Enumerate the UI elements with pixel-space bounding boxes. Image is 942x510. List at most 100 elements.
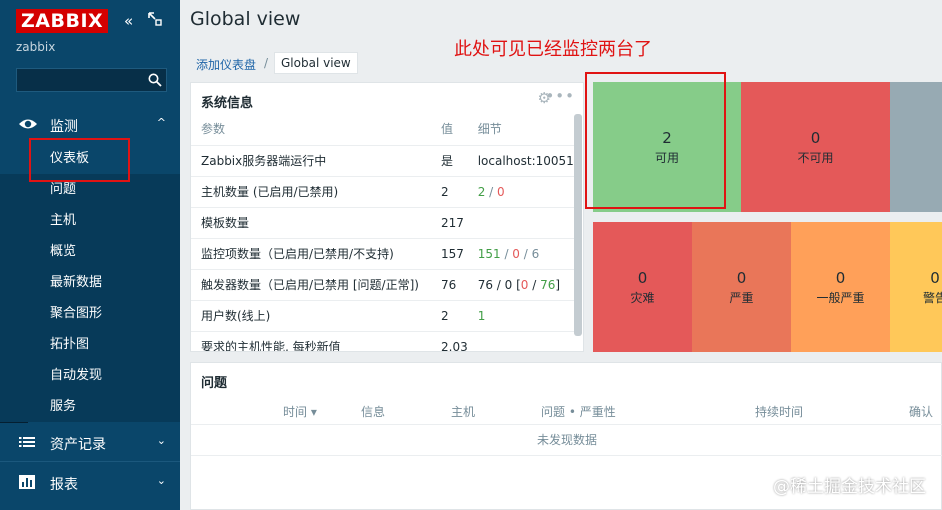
detail-part: 76 / 0 [ — [477, 277, 521, 292]
detail-part: 0 — [512, 246, 520, 261]
table-row: 模板数量 217 — [191, 207, 575, 239]
menu-label-inventory: 资产记录 — [50, 437, 106, 453]
highlight-box-available — [585, 72, 726, 209]
page-title: Global view — [190, 8, 301, 30]
detail-part: / — [485, 184, 498, 199]
value-cell: 157 — [431, 238, 468, 270]
value-cell: 2 — [431, 300, 468, 332]
severity-label: 警告 — [922, 290, 942, 305]
details-cell — [467, 207, 575, 239]
availability-unknown[interactable] — [890, 82, 942, 212]
logo-row: ZABBIX — [16, 9, 109, 33]
chevron-up-icon: ^ — [156, 116, 166, 129]
eye-icon — [18, 116, 37, 132]
search-input[interactable] — [16, 68, 167, 92]
detail-part: 1 — [477, 308, 486, 323]
sidebar-item-maps[interactable]: 拓扑图 — [0, 329, 180, 360]
detail-part: 6 — [531, 246, 540, 261]
severity-count: 0 — [736, 268, 747, 287]
no-data-message: 未发现数据 — [191, 425, 942, 456]
detail-part: / — [519, 246, 532, 261]
severity-label: 严重 — [729, 290, 754, 305]
monitoring-submenu: 仪表板 问题 主机 概览 最新数据 聚合图形 拓扑图 自动发现 服务 — [0, 143, 180, 422]
column-header-parameter: 参数 — [191, 113, 431, 146]
detail-part: localhost:10051 — [477, 153, 574, 168]
system-info-widget: 系统信息 ⚙ ••• 参数 值 细节 Zabbix服务器端运行中是 localho… — [190, 82, 584, 352]
chevron-down-icon: ⌄ — [156, 474, 166, 487]
menu-section-inventory[interactable]: 资产记录 ⌄ — [0, 423, 180, 461]
severity-label: 灾难 — [630, 290, 655, 305]
breadcrumb-separator: / — [264, 56, 269, 70]
details-cell — [467, 331, 575, 351]
column-header-details: 细节 — [467, 113, 575, 146]
server-name: zabbix — [16, 40, 56, 54]
column-header-problem-severity: 问题 • 严重性 — [541, 405, 616, 419]
parameter-cell: 用户数(线上) — [191, 300, 431, 332]
more-options-icon[interactable]: ••• — [545, 87, 575, 105]
collapse-sidebar-icon[interactable]: « — [124, 12, 133, 30]
breadcrumb-dashboards-link[interactable]: 添加仪表盘 — [196, 56, 256, 73]
list-icon — [18, 434, 36, 450]
availability-label: 不可用 — [797, 150, 834, 165]
search-icon[interactable] — [148, 73, 162, 87]
sidebar-item-discovery[interactable]: 自动发现 — [0, 360, 180, 391]
column-header-duration: 持续时间 — [755, 405, 804, 419]
menu-section-reports[interactable]: 报表 ⌄ — [0, 463, 180, 501]
system-info-table: 参数 值 细节 Zabbix服务器端运行中是 localhost:10051 主机数… — [191, 113, 575, 351]
sidebar-item-overview[interactable]: 概览 — [0, 236, 180, 267]
parameter-cell: 要求的主机性能, 每秒新值 — [191, 331, 431, 351]
table-row: 主机数量 (已启用/已禁用) 2 2 / 0 — [191, 176, 575, 208]
value-cell: 是 — [431, 145, 468, 177]
details-cell: 151 / 0 / 6 — [467, 238, 575, 270]
details-cell: 1 — [467, 300, 575, 332]
widget-title: 系统信息 — [201, 96, 254, 111]
severity-count: 0 — [930, 268, 940, 287]
widget-title: 问题 — [201, 376, 228, 391]
bar-chart-icon — [18, 474, 36, 490]
table-row: Zabbix服务器端运行中是 localhost:10051 — [191, 145, 575, 177]
severity-warning[interactable]: 0 警告 — [890, 222, 942, 352]
widget-scrollbar[interactable] — [574, 114, 582, 336]
value-cell: 76 — [431, 269, 468, 301]
severity-disaster[interactable]: 0 灾难 — [593, 222, 692, 352]
column-header-time[interactable]: 时间 ▾ — [283, 403, 317, 420]
widget-header: 系统信息 ⚙ ••• — [191, 83, 583, 113]
kiosk-mode-icon[interactable] — [148, 12, 162, 26]
availability-unavailable[interactable]: 0 不可用 — [741, 82, 890, 212]
table-row: 用户数(线上) 2 1 — [191, 300, 575, 332]
availability-count: 0 — [810, 128, 821, 147]
menu-label-reports: 报表 — [50, 477, 78, 493]
detail-part: 0 — [497, 184, 505, 199]
sidebar-item-services[interactable]: 服务 — [0, 391, 180, 422]
parameter-cell: 触发器数量（已启用/已禁用 [问题/正常]) — [191, 269, 431, 301]
parameter-cell: 模板数量 — [191, 207, 431, 239]
column-header-info: 信息 — [361, 405, 386, 419]
severity-average[interactable]: 0 一般严重 — [791, 222, 890, 352]
value-cell: 2 — [431, 176, 468, 208]
problems-by-severity-widget: 0 灾难 0 严重 0 一般严重 0 警告 — [593, 222, 942, 352]
table-row: 触发器数量（已启用/已禁用 [问题/正常]) 76 76 / 0 [0 / 76] — [191, 269, 575, 301]
details-cell: 76 / 0 [0 / 76] — [467, 269, 575, 301]
chevron-down-icon: ⌄ — [156, 434, 166, 447]
severity-count: 0 — [637, 268, 648, 287]
zabbix-logo[interactable]: ZABBIX — [16, 9, 109, 33]
column-header-ack: 确认 — [909, 405, 934, 419]
sidebar-item-graphs[interactable]: 聚合图形 — [0, 298, 180, 329]
value-cell: 2.03 — [431, 331, 468, 351]
menu-label-monitoring: 监测 — [50, 119, 78, 135]
parameter-cell: 监控项数量（已启用/已禁用/不支持) — [191, 238, 431, 270]
detail-part: / — [500, 246, 513, 261]
sidebar: ZABBIX « zabbix 监测 ^ 仪表板 问题 主机 概览 最新数据 聚… — [0, 0, 180, 510]
parameter-cell: Zabbix服务器端运行中 — [191, 145, 431, 177]
details-cell: 2 / 0 — [467, 176, 575, 208]
severity-label: 一般严重 — [816, 290, 865, 305]
sidebar-item-hosts[interactable]: 主机 — [0, 205, 180, 236]
column-header-value: 值 — [431, 113, 468, 146]
column-header-host: 主机 — [451, 405, 476, 419]
table-header-row: 参数 值 细节 — [191, 113, 575, 146]
severity-high[interactable]: 0 严重 — [692, 222, 791, 352]
sidebar-item-latest-data[interactable]: 最新数据 — [0, 267, 180, 298]
breadcrumb-current[interactable]: Global view — [274, 52, 358, 74]
detail-part: 76 — [540, 277, 556, 292]
detail-part: ] — [555, 277, 561, 292]
